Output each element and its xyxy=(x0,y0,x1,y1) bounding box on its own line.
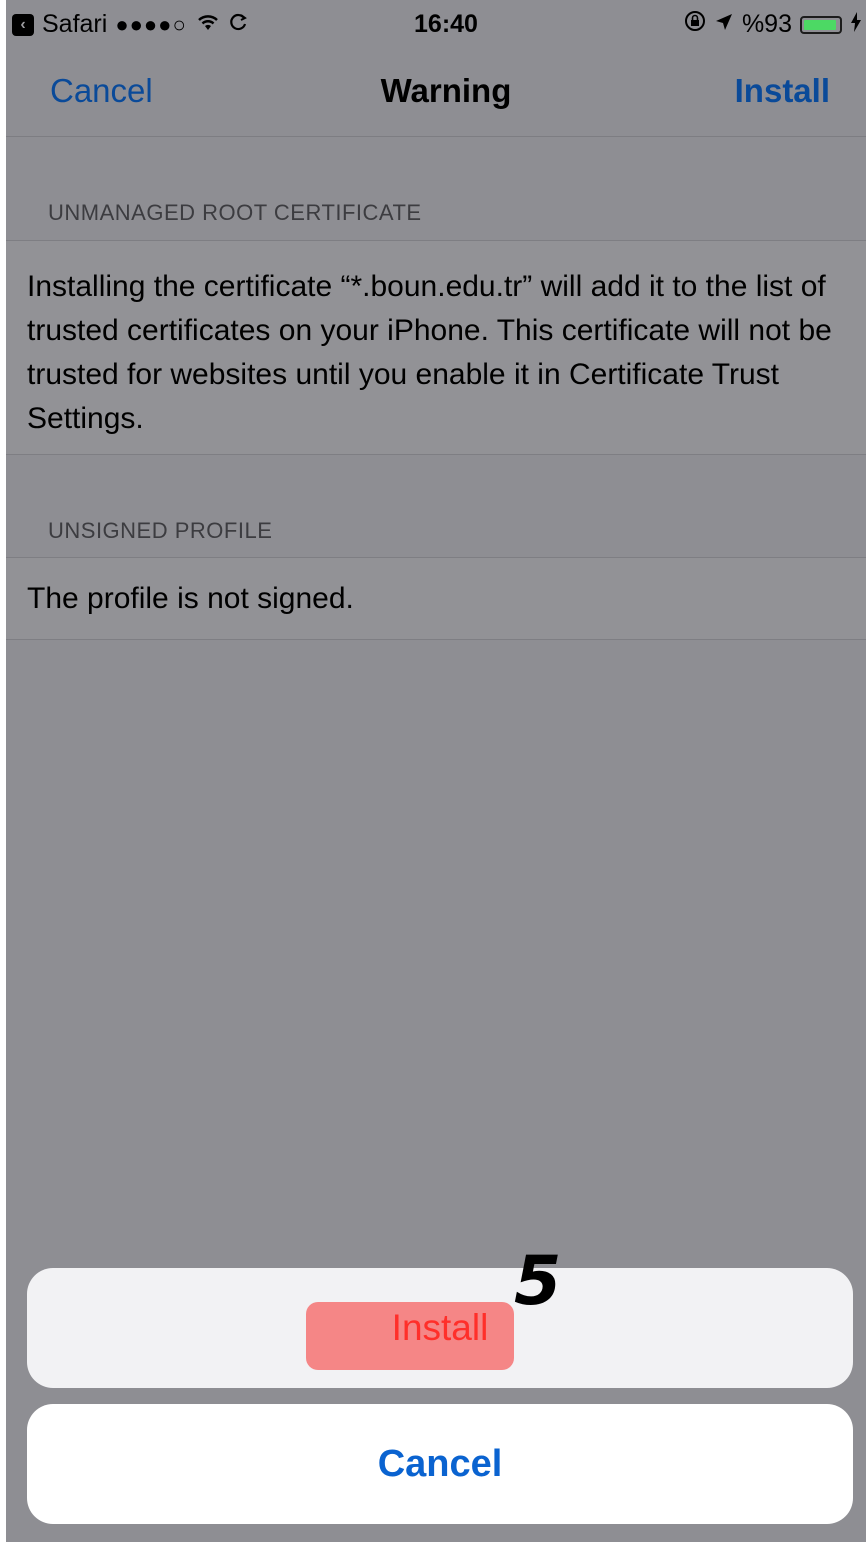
action-sheet-cancel-button[interactable]: Cancel xyxy=(27,1404,853,1524)
navigation-bar: Cancel Warning Install xyxy=(6,46,866,137)
battery-percent: %93 xyxy=(741,10,792,38)
section-header-unsigned-profile: UNSIGNED PROFILE xyxy=(48,518,273,543)
location-arrow-icon xyxy=(714,10,734,39)
action-sheet-install-button[interactable]: Install xyxy=(27,1268,853,1388)
battery-icon xyxy=(800,15,842,34)
nav-install-button[interactable]: Install xyxy=(735,72,830,110)
rotation-lock-icon xyxy=(684,10,706,39)
charging-bolt-icon xyxy=(850,10,862,39)
status-right: %93 xyxy=(684,10,862,39)
battery-level xyxy=(804,19,836,30)
certificate-warning-text: Installing the certificate “*.boun.edu.t… xyxy=(27,270,832,435)
step-number-annotation: 5 xyxy=(514,1242,562,1321)
screen: ‹ Safari ●●●●○ 16:40 %93 Cancel Warning … xyxy=(6,0,866,1542)
unsigned-profile-text: The profile is not signed. xyxy=(27,582,354,615)
certificate-warning-cell: Installing the certificate “*.boun.edu.t… xyxy=(6,240,866,455)
section-header-root-certificate: UNMANAGED ROOT CERTIFICATE xyxy=(48,200,422,225)
status-bar: ‹ Safari ●●●●○ 16:40 %93 xyxy=(6,0,866,46)
unsigned-profile-cell: The profile is not signed. xyxy=(6,557,866,640)
